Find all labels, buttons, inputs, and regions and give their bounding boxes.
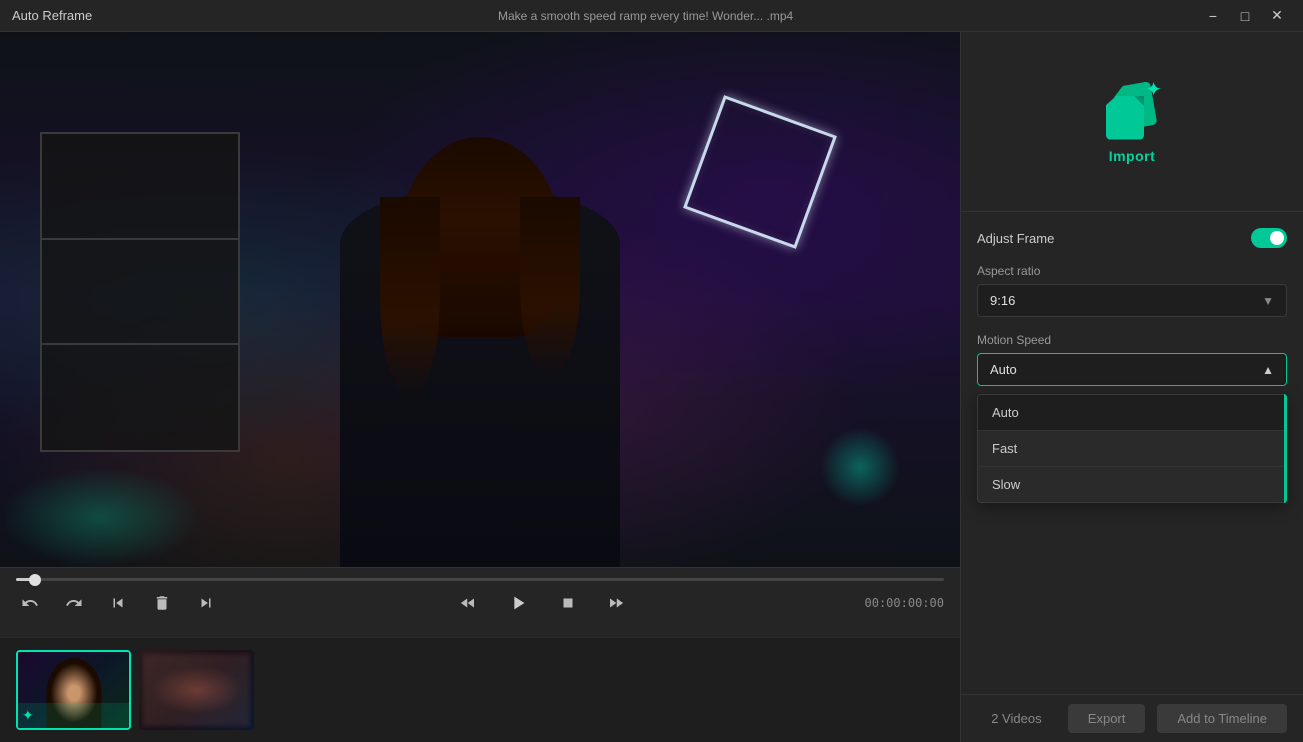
motion-speed-value: Auto — [990, 362, 1017, 377]
teal-glow — [0, 467, 200, 567]
skip-start-button[interactable] — [104, 589, 132, 617]
bottom-bar: 2 Videos Export Add to Timeline — [961, 694, 1303, 742]
aspect-ratio-select[interactable]: 9:16 ▼ — [977, 284, 1287, 317]
main-layout: 00:00:00:00 ✦ — [0, 32, 1303, 742]
motion-speed-select[interactable]: Auto ▲ — [977, 353, 1287, 386]
progress-handle[interactable] — [29, 574, 41, 586]
import-icon: ✦ — [1102, 80, 1162, 140]
motion-speed-dropdown: Auto Fast Slow — [977, 394, 1287, 503]
thumb1-icon: ✦ — [22, 707, 34, 724]
close-button[interactable]: ✕ — [1263, 6, 1291, 26]
maximize-button[interactable]: □ — [1231, 6, 1259, 26]
aspect-ratio-label: Aspect ratio — [977, 264, 1287, 278]
aspect-ratio-chevron-down-icon: ▼ — [1262, 294, 1274, 308]
undo-button[interactable] — [16, 589, 44, 617]
controls-row: 00:00:00:00 — [16, 587, 944, 619]
titlebar: Auto Reframe Make a smooth speed ramp ev… — [0, 0, 1303, 32]
import-section: ✦ Import — [961, 32, 1303, 212]
thumbnail-strip: ✦ — [0, 637, 960, 742]
time-display: 00:00:00:00 — [865, 596, 944, 610]
right-panel: ✦ Import Adjust Frame Aspect ratio 9:16 … — [960, 32, 1303, 742]
controls-left — [16, 589, 220, 617]
motion-speed-label: Motion Speed — [977, 333, 1287, 347]
minimize-button[interactable]: − — [1199, 6, 1227, 26]
adjust-frame-title: Adjust Frame — [977, 231, 1054, 246]
redo-button[interactable] — [60, 589, 88, 617]
play-button[interactable] — [502, 587, 534, 619]
file-name: Make a smooth speed ramp every time! Won… — [92, 9, 1199, 23]
step-forward-button[interactable] — [602, 589, 630, 617]
window-controls: − □ ✕ — [1199, 6, 1291, 26]
motion-speed-option-fast[interactable]: Fast — [978, 431, 1286, 467]
left-panel: 00:00:00:00 ✦ — [0, 32, 960, 742]
sparkle-icon: ✦ — [1145, 80, 1162, 100]
step-back-button[interactable] — [454, 589, 482, 617]
motion-speed-chevron-up-icon: ▲ — [1262, 363, 1274, 377]
thumbnail-1[interactable]: ✦ — [16, 650, 131, 730]
controls-center — [454, 587, 630, 619]
aspect-ratio-field: Aspect ratio 9:16 ▼ — [977, 264, 1287, 317]
skip-end-button[interactable] — [192, 589, 220, 617]
adjust-frame-toggle[interactable] — [1251, 228, 1287, 248]
person-figure — [280, 127, 680, 567]
shelf-decoration — [40, 132, 240, 452]
motion-speed-option-auto[interactable]: Auto — [978, 395, 1286, 431]
adjust-header: Adjust Frame — [977, 228, 1287, 248]
motion-speed-field: Motion Speed Auto ▲ — [977, 333, 1287, 386]
video-background — [0, 32, 960, 567]
motion-speed-options-list: Auto Fast Slow — [977, 394, 1287, 503]
progress-track[interactable] — [16, 578, 944, 581]
app-title: Auto Reframe — [12, 8, 92, 23]
import-button[interactable]: Import — [1109, 148, 1156, 164]
stop-button[interactable] — [554, 589, 582, 617]
video-count: 2 Videos — [991, 711, 1041, 726]
add-to-timeline-button[interactable]: Add to Timeline — [1157, 704, 1287, 733]
thumbnail-2[interactable] — [139, 650, 254, 730]
progress-bar-wrap[interactable] — [16, 568, 944, 587]
playback-bar: 00:00:00:00 — [0, 567, 960, 637]
teal-accent — [820, 427, 900, 507]
video-preview — [0, 32, 960, 567]
motion-speed-option-slow[interactable]: Slow — [978, 467, 1286, 502]
export-button[interactable]: Export — [1068, 704, 1146, 733]
delete-button[interactable] — [148, 589, 176, 617]
aspect-ratio-value: 9:16 — [990, 293, 1015, 308]
adjust-section: Adjust Frame Aspect ratio 9:16 ▼ Motion … — [961, 212, 1303, 694]
